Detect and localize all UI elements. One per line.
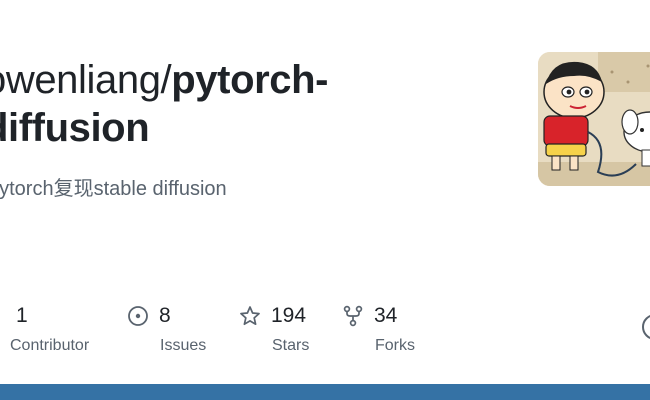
stat-issues[interactable]: 8 Issues <box>127 302 206 362</box>
github-logo-icon <box>640 312 650 342</box>
repo-title[interactable]: owenliang/pytorch- diffusion <box>0 56 328 152</box>
issue-opened-icon <box>127 305 149 327</box>
stat-contributors[interactable]: 1 Contributor <box>0 302 89 362</box>
star-icon <box>239 305 261 327</box>
avatar-cartoon-image <box>538 52 650 186</box>
contributors-label: Contributor <box>10 337 90 354</box>
repo-description: pytorch复现stable diffusion <box>0 178 227 200</box>
issues-count: 8 <box>159 304 171 327</box>
repo-name-part1[interactable]: pytorch- <box>171 58 328 102</box>
owner-avatar[interactable] <box>538 52 650 186</box>
contributors-count: 1 <box>16 304 28 327</box>
repo-name-part2[interactable]: diffusion <box>0 104 328 152</box>
repo-separator: / <box>160 58 172 102</box>
stars-count: 194 <box>271 304 307 327</box>
stars-label: Stars <box>272 337 310 354</box>
repo-owner[interactable]: owenliang <box>0 58 161 102</box>
stat-stars[interactable]: 194 Stars <box>239 302 309 362</box>
repo-forked-icon <box>342 305 364 327</box>
issues-label: Issues <box>160 337 207 354</box>
forks-label: Forks <box>375 337 415 354</box>
repo-social-card: owenliang/pytorch- diffusion pytorch复现st… <box>0 0 650 400</box>
language-bar <box>0 384 650 400</box>
stat-forks[interactable]: 34 Forks <box>342 302 415 362</box>
forks-count: 34 <box>374 304 398 327</box>
people-icon <box>0 305 6 327</box>
